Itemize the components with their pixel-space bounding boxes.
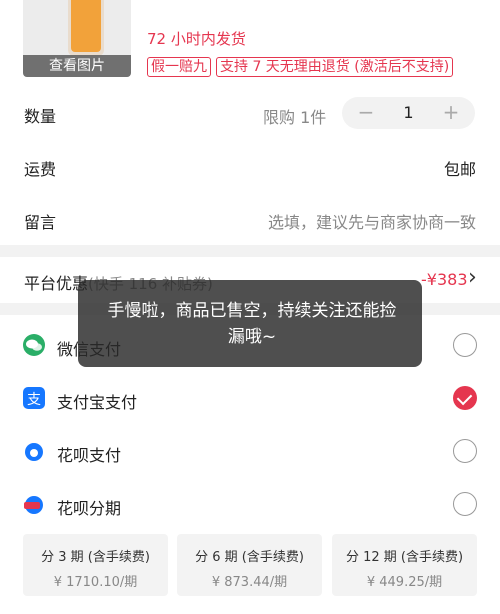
freight-value: 包邮 <box>443 160 476 179</box>
radio-installment[interactable] <box>453 492 477 516</box>
plan-price: ¥ 1710.10/期 <box>53 575 138 590</box>
installment-plan-6[interactable]: 分 6 期 (含手续费) ¥ 873.44/期 <box>177 534 322 596</box>
product-header: 查看图片 72 小时内发货 假一赔九 支持 7 天无理由退货 (激活后不支持) <box>0 0 500 88</box>
svg-text:支: 支 <box>27 392 41 408</box>
chevron-right-icon[interactable]: › <box>468 265 477 290</box>
return-policy-tag: 支持 7 天无理由退货 (激活后不支持) <box>216 57 454 77</box>
payment-label-alipay: 支付宝支付 <box>57 393 138 412</box>
sold-out-toast: 手慢啦，商品已售空，持续关注还能捡漏哦~ <box>78 280 422 367</box>
alipay-icon: 支 <box>23 387 45 409</box>
plan-price: ¥ 873.44/期 <box>211 575 288 590</box>
plan-term: 分 6 期 (含手续费) <box>195 550 304 565</box>
payment-label-huabei: 花呗支付 <box>57 446 122 465</box>
freight-label: 运费 <box>24 160 57 179</box>
payment-label-installment: 花呗分期 <box>57 499 122 518</box>
discount-amount: -¥383 <box>421 270 468 289</box>
shipping-time: 72 小时内发货 <box>147 30 246 48</box>
radio-wechat[interactable] <box>453 333 477 357</box>
radio-alipay[interactable] <box>453 386 477 410</box>
plan-term: 分 3 期 (含手续费) <box>41 550 150 565</box>
fake-compensation-tag: 假一赔九 <box>147 57 211 77</box>
increase-button[interactable]: + <box>431 97 471 129</box>
huabei-installment-icon <box>23 493 45 515</box>
plan-term: 分 12 期 (含手续费) <box>345 550 464 565</box>
quantity-stepper: − 1 + <box>342 97 475 129</box>
huabei-icon <box>23 440 45 462</box>
wechat-icon <box>23 334 45 356</box>
message-label: 留言 <box>24 213 57 232</box>
installment-plan-3[interactable]: 分 3 期 (含手续费) ¥ 1710.10/期 <box>23 534 168 596</box>
radio-huabei[interactable] <box>453 439 477 463</box>
purchase-limit: 限购 1件 <box>263 108 327 127</box>
decrease-button[interactable]: − <box>346 97 386 129</box>
plan-price: ¥ 449.25/期 <box>366 575 443 590</box>
product-image <box>68 0 104 56</box>
message-input[interactable]: 选填，建议先与商家协商一致 <box>268 209 476 233</box>
product-thumbnail[interactable]: 查看图片 <box>23 0 131 77</box>
divider <box>0 245 500 257</box>
quantity-value[interactable]: 1 <box>386 103 431 122</box>
view-image-button[interactable]: 查看图片 <box>23 55 131 77</box>
quantity-label: 数量 <box>24 107 57 126</box>
installment-plan-12[interactable]: 分 12 期 (含手续费) ¥ 449.25/期 <box>332 534 477 596</box>
